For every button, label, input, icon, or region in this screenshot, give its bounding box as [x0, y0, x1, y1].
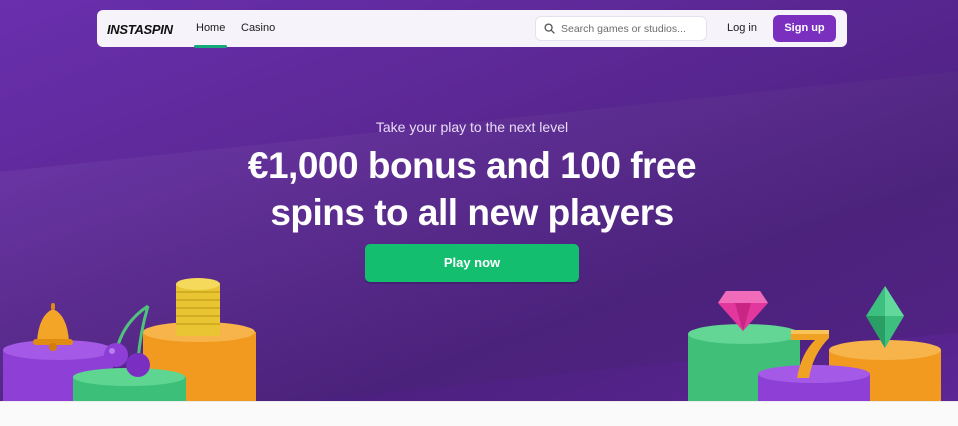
cherries-icon [104, 304, 150, 377]
left-pedestals [3, 322, 256, 401]
search-box[interactable] [535, 16, 707, 41]
nav-link-casino[interactable]: Casino [241, 10, 275, 47]
bell-icon [33, 303, 73, 351]
hero-headline-line-1: €1,000 bonus and 100 free [247, 145, 697, 186]
seven-icon [791, 330, 829, 378]
search-input[interactable] [561, 22, 701, 35]
search-icon [544, 23, 555, 34]
top-navbar: INSTASPIN Home Casino Log in Sign up [97, 10, 847, 48]
nav-link-home[interactable]: Home [193, 10, 228, 48]
content-area-top [0, 401, 958, 426]
coin-stack-icon [176, 278, 220, 336]
hero-banner: INSTASPIN Home Casino Log in Sign up Tak… [0, 0, 958, 401]
diamond-gem-icon [718, 291, 768, 331]
hero-headline-line-2: spins to all new players [270, 192, 674, 233]
brand-logo[interactable]: INSTASPIN [107, 21, 173, 37]
logo-text: INSTASPIN [107, 21, 173, 37]
right-pedestals [688, 324, 941, 401]
login-button[interactable]: Log in [727, 10, 757, 47]
hero-tagline: Take your play to the next level [375, 119, 569, 135]
emerald-gem-icon [866, 286, 904, 348]
signup-button[interactable]: Sign up [773, 15, 836, 42]
play-now-button[interactable]: Play now [365, 244, 579, 282]
hero-headline: €1,000 bonus and 100 free spins to all n… [180, 142, 764, 236]
